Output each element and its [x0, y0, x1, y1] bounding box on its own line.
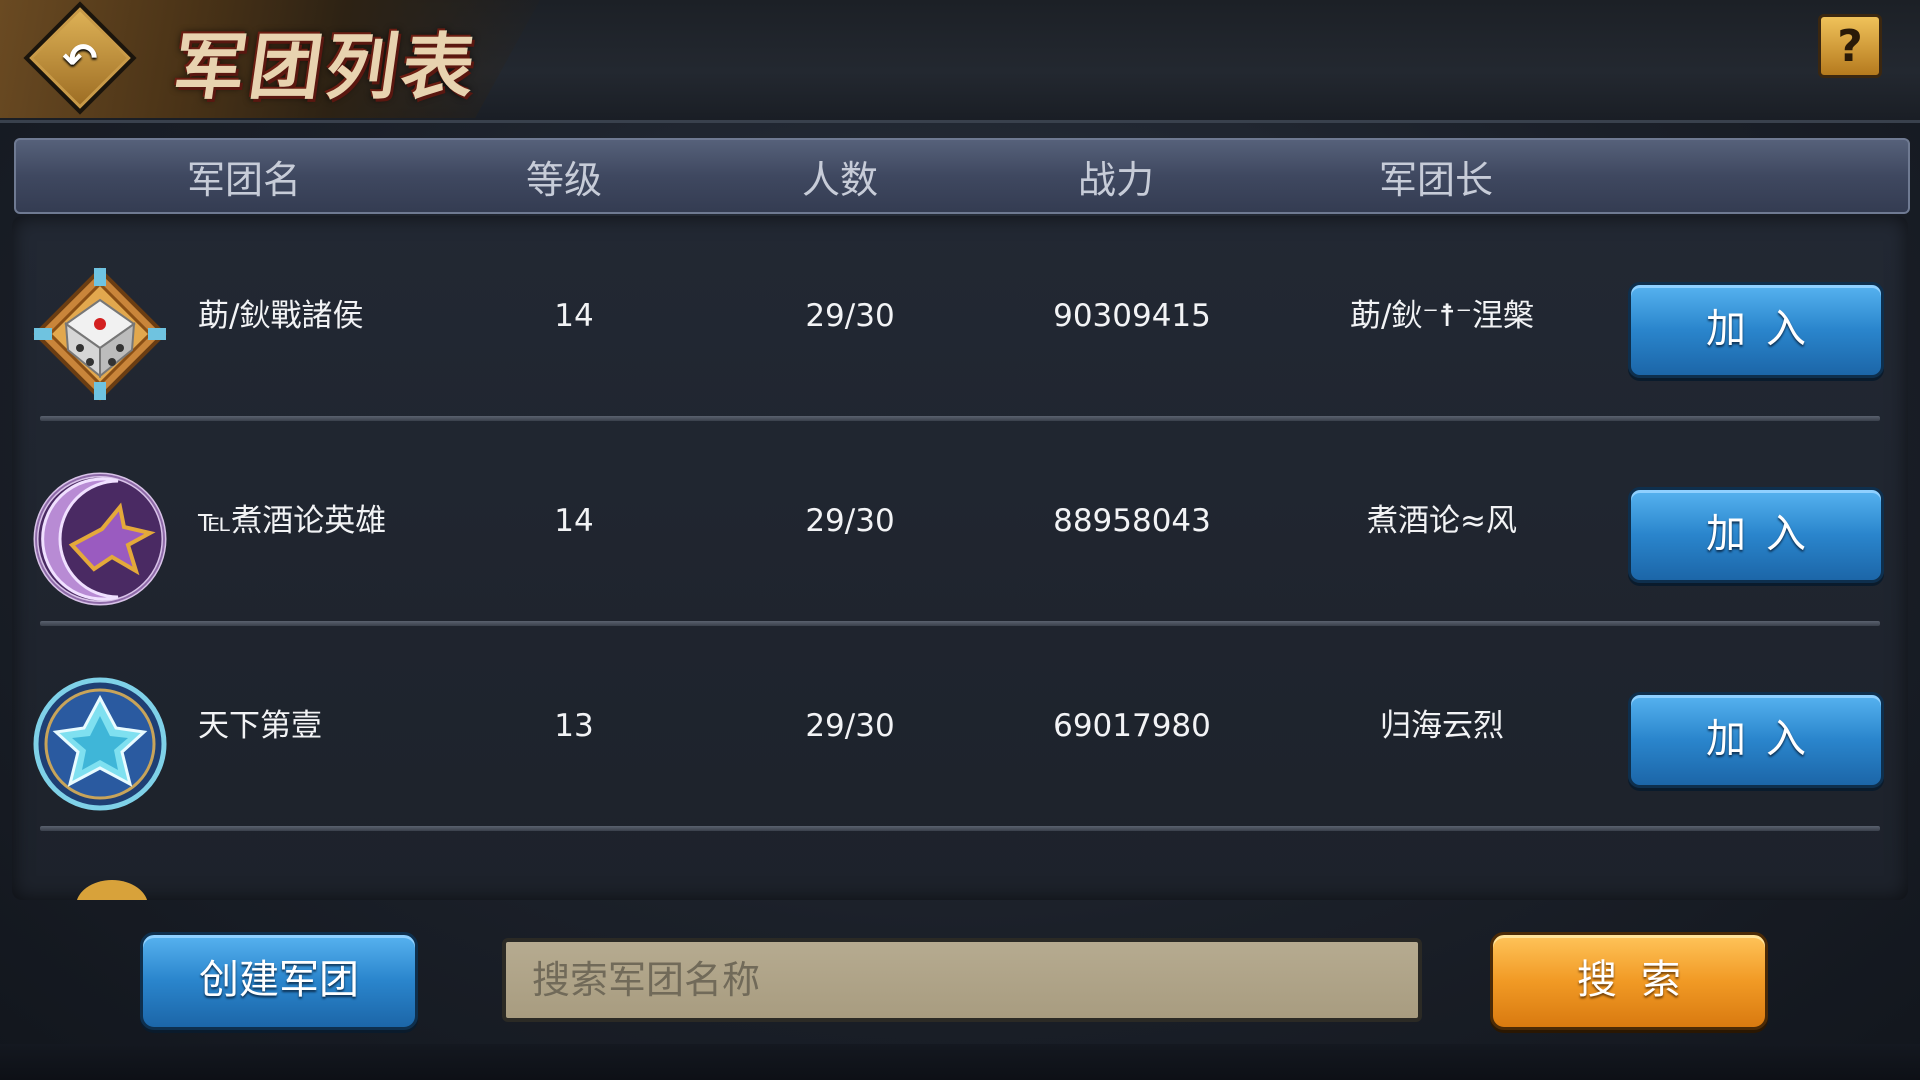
join-button[interactable]: 加入: [1628, 282, 1884, 378]
legion-name: 天下第壹: [198, 708, 322, 744]
legion-level: 14: [554, 503, 594, 539]
legion-leader: 莇/鈥⁻☨⁻涅槃: [1349, 298, 1535, 334]
legion-level: 14: [554, 298, 594, 334]
help-button[interactable]: ?: [1818, 14, 1882, 78]
legion-power: 88958043: [1053, 503, 1211, 539]
bottom-strip: [0, 1044, 1920, 1080]
column-header-members: 人数: [801, 158, 878, 202]
search-button-label: 搜索: [1577, 957, 1705, 1003]
column-header-level: 等级: [525, 158, 602, 202]
legion-search-input[interactable]: [502, 938, 1422, 1022]
search-button[interactable]: 搜索: [1490, 932, 1768, 1030]
join-button-label: 加入: [1706, 511, 1826, 557]
column-header-name: 军团名: [186, 158, 301, 202]
legion-leader: 归海云烈: [1380, 708, 1504, 744]
crystal-emblem-icon: [33, 677, 167, 811]
top-bar: ↶ 军团列表 ?: [0, 0, 1920, 123]
legion-members: 29/30: [805, 503, 895, 539]
back-arrow-icon: ↶: [62, 33, 98, 83]
column-header-power: 战力: [1077, 158, 1154, 202]
join-button-label: 加入: [1706, 716, 1826, 762]
partial-emblem-icon: [76, 880, 148, 900]
create-legion-button[interactable]: 创建军团: [140, 932, 418, 1030]
legion-name: 莇/鈥戰諸侯: [198, 298, 364, 334]
legion-members: 29/30: [805, 298, 895, 334]
legion-name: ℡煮酒论英雄: [198, 503, 387, 539]
crescent-bird-emblem-icon: [33, 472, 167, 606]
join-button[interactable]: 加入: [1628, 692, 1884, 788]
legion-leader: 煮酒论≈风: [1367, 503, 1517, 539]
table-header: 军团名 等级 人数 战力 军团长: [14, 138, 1910, 214]
page-title: 军团列表: [168, 24, 485, 109]
legion-list[interactable]: 莇/鈥戰諸侯 14 29/30 90309415 莇/鈥⁻☨⁻涅槃 加入 ℡煮酒…: [12, 216, 1908, 900]
legion-members: 29/30: [805, 708, 895, 744]
join-button[interactable]: 加入: [1628, 487, 1884, 583]
legion-row[interactable]: ℡煮酒论英雄 14 29/30 88958043 煮酒论≈风 加入: [12, 421, 1908, 626]
join-button-label: 加入: [1706, 306, 1826, 352]
legion-power: 90309415: [1053, 298, 1211, 334]
column-header-leader: 军团长: [1378, 158, 1493, 202]
legion-row[interactable]: 莇/鈥戰諸侯 14 29/30 90309415 莇/鈥⁻☨⁻涅槃 加入: [12, 216, 1908, 421]
legion-row[interactable]: 天下第壹 13 29/30 69017980 归海云烈 加入: [12, 626, 1908, 831]
row-divider: [40, 826, 1880, 831]
legion-level: 13: [554, 708, 594, 744]
legion-power: 69017980: [1053, 708, 1211, 744]
dice-emblem-icon: [33, 267, 167, 401]
